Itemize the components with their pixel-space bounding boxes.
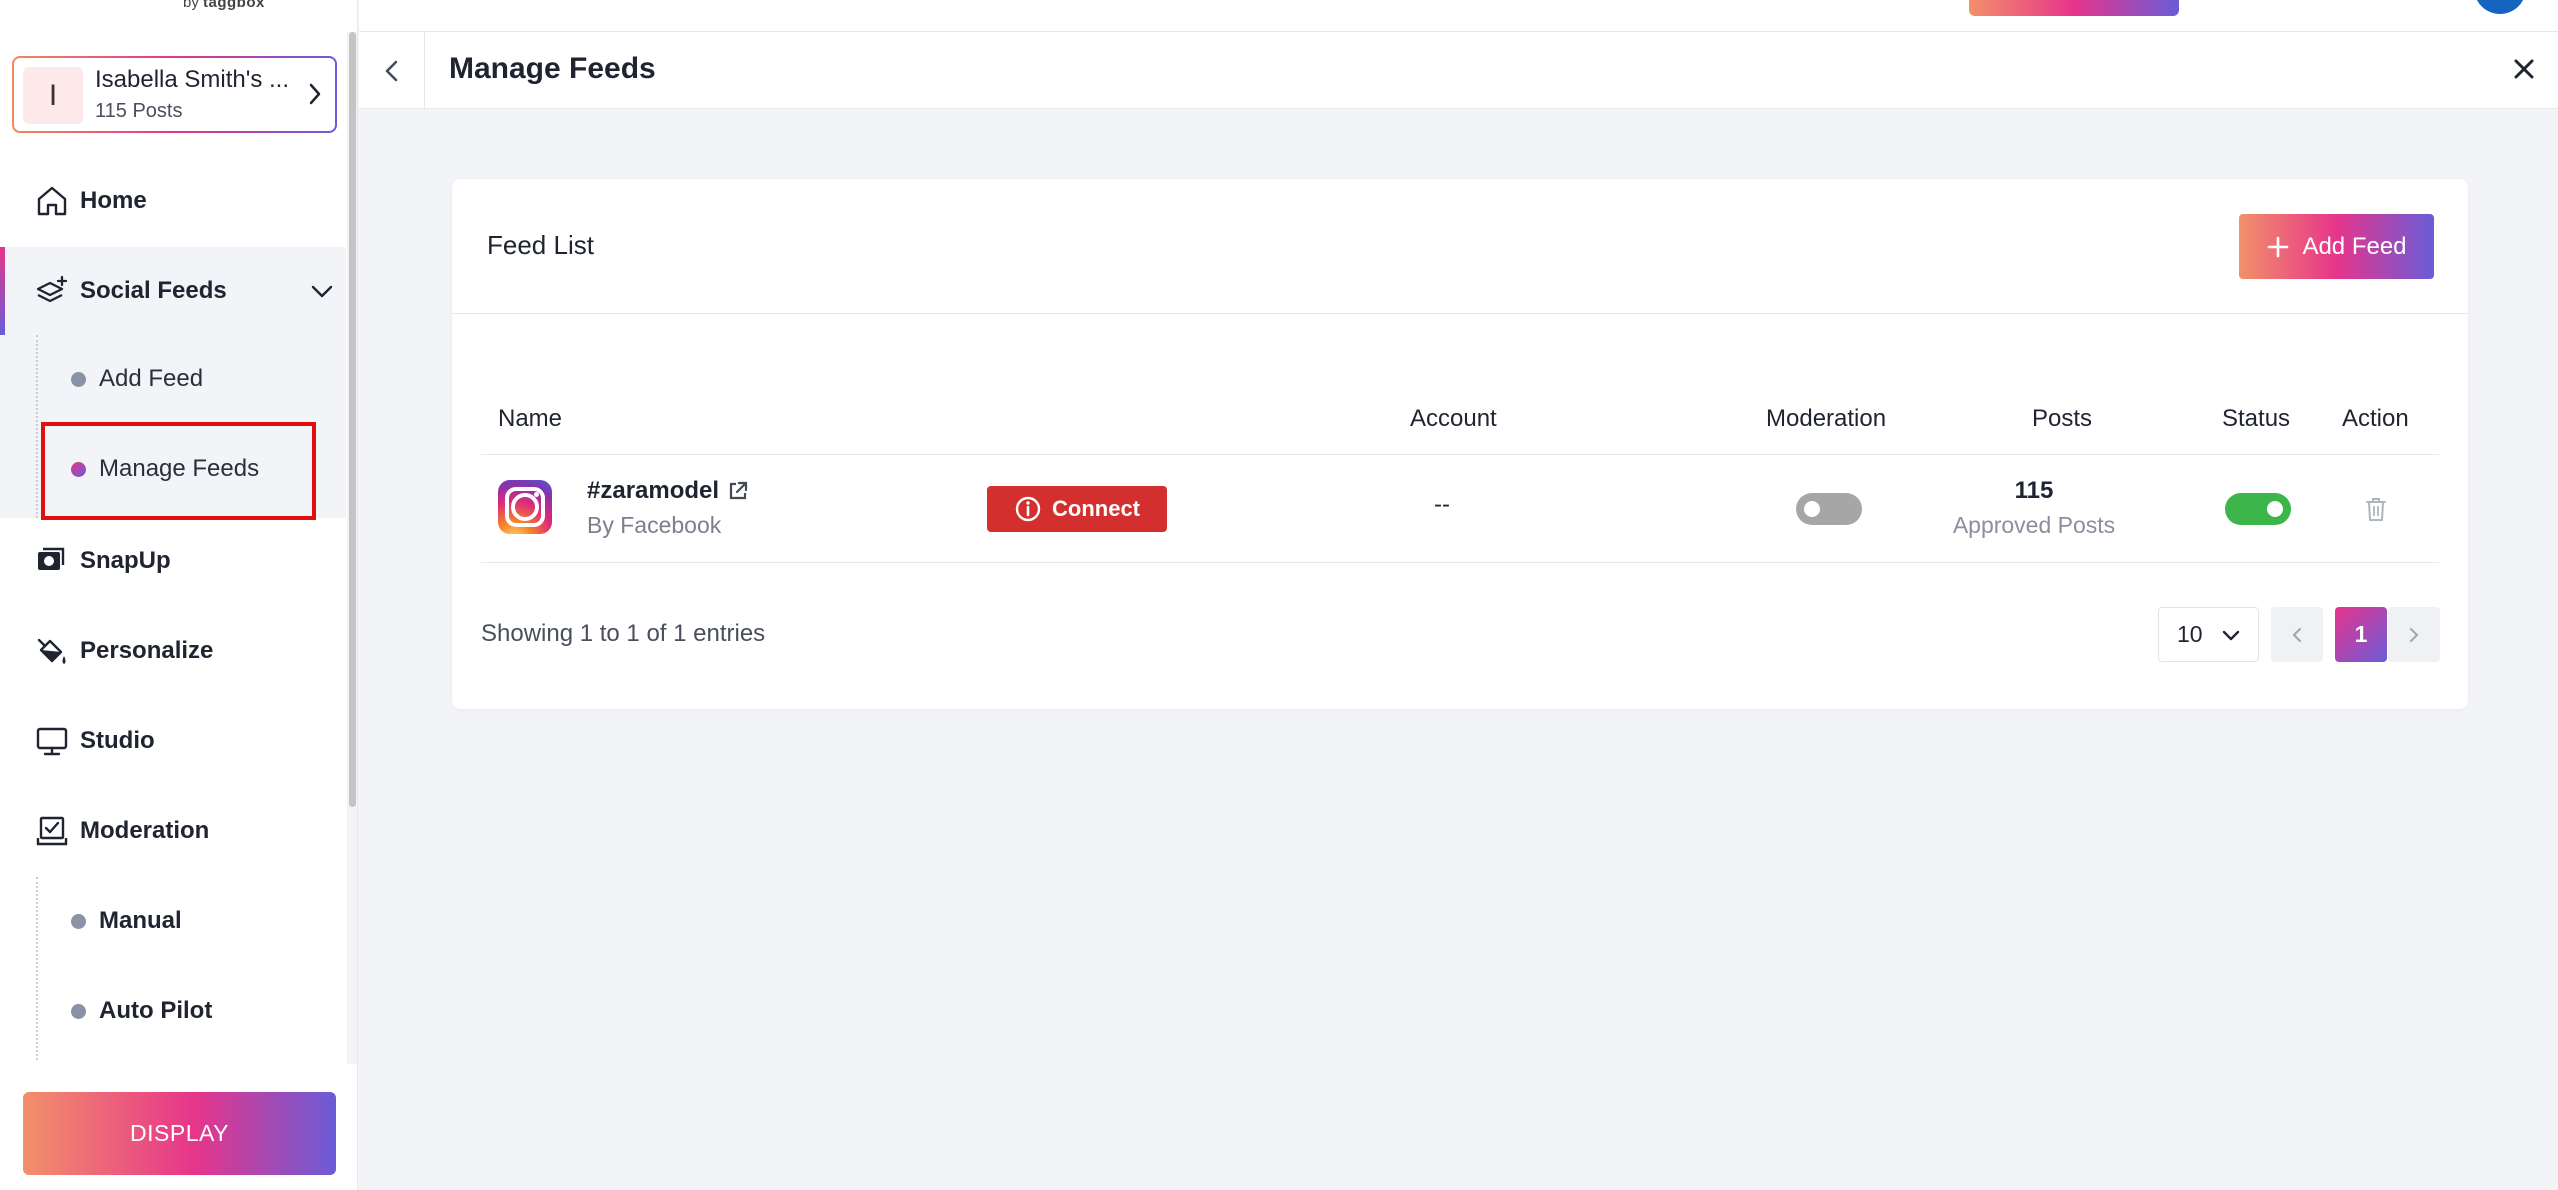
column-header-name: Name: [498, 405, 563, 432]
instagram-icon: [498, 480, 552, 534]
nav-home[interactable]: Home: [0, 157, 346, 245]
paint-bucket-icon: [34, 633, 70, 669]
back-button[interactable]: [359, 32, 425, 109]
column-header-action: Action: [2342, 405, 2409, 432]
external-link-icon[interactable]: [727, 480, 749, 502]
brand-name: taggbox: [203, 0, 265, 11]
entries-info: Showing 1 to 1 of 1 entries: [481, 620, 766, 647]
page-title-bar: Manage Feeds: [359, 32, 2558, 109]
sidebar-item-auto-pilot-label: Auto Pilot: [99, 997, 213, 1024]
top-header: [359, 0, 2558, 32]
column-header-posts: Posts: [2032, 405, 2093, 432]
column-header-status: Status: [2222, 405, 2291, 432]
layers-icon: [34, 273, 70, 309]
sidebar-item-auto-pilot[interactable]: Auto Pilot: [0, 967, 346, 1055]
nav-studio[interactable]: Studio: [0, 697, 346, 785]
page-size-select[interactable]: 10: [2158, 607, 2259, 662]
user-avatar[interactable]: [2474, 0, 2526, 14]
home-icon: [34, 183, 70, 219]
info-icon: [1015, 496, 1041, 522]
chevron-down-icon: [2222, 630, 2240, 640]
posts-label: Approved Posts: [1952, 512, 2116, 538]
bullet-dot: [71, 1003, 86, 1019]
chevron-left-icon: [2293, 627, 2301, 642]
feed-name-link[interactable]: #zaramodel: [587, 477, 749, 505]
status-toggle[interactable]: [2225, 493, 2291, 525]
table-divider: [481, 562, 2439, 563]
nav-snapup[interactable]: SnapUp: [0, 517, 346, 605]
column-header-account: Account: [1410, 405, 1497, 432]
add-feed-button-label: Add Feed: [2302, 232, 2407, 260]
page-size-value: 10: [2177, 621, 2203, 647]
header-upgrade-button[interactable]: [1969, 0, 2179, 16]
chevron-right-icon: [2410, 627, 2418, 642]
column-header-moderation: Moderation: [1766, 405, 1887, 432]
page-title: Manage Feeds: [449, 52, 656, 85]
toggle-knob: [2267, 501, 2283, 517]
account-cell: --: [1434, 491, 1450, 518]
sidebar: by taggbox I Isabella Smith's ... 115 Po…: [0, 0, 358, 1190]
chevron-right-icon: [309, 83, 321, 105]
moderation-submenu: Manual Auto Pilot: [0, 877, 346, 1060]
feed-name: #zaramodel: [587, 477, 720, 504]
pagination-previous[interactable]: [2271, 607, 2323, 662]
nav-social-feeds-label: Social Feeds: [80, 277, 227, 304]
close-button[interactable]: [2505, 50, 2543, 88]
nav-home-label: Home: [80, 187, 147, 214]
sidebar-item-manual[interactable]: Manual: [0, 877, 346, 965]
toggle-knob: [1804, 501, 1820, 517]
bullet-dot: [71, 913, 86, 929]
nav-moderation-label: Moderation: [80, 817, 210, 844]
nav-personalize[interactable]: Personalize: [0, 607, 346, 695]
sidebar-item-add-feed[interactable]: Add Feed: [0, 335, 346, 423]
monitor-icon: [34, 723, 70, 759]
card-header: Feed List Add Feed: [452, 179, 2468, 314]
add-feed-button[interactable]: Add Feed: [2239, 214, 2434, 279]
nav-snapup-label: SnapUp: [80, 547, 171, 574]
pagination-next[interactable]: [2388, 607, 2440, 662]
close-icon: [2514, 59, 2534, 79]
account-name: Isabella Smith's ...: [95, 66, 289, 93]
feed-list-card: Feed List Add Feed Name Account Moderati…: [452, 179, 2468, 709]
sidebar-scrollbar-thumb[interactable]: [349, 32, 356, 807]
plus-icon: [2268, 236, 2289, 257]
nav-personalize-label: Personalize: [80, 637, 214, 664]
feed-source: By Facebook: [587, 512, 722, 538]
pagination-page[interactable]: 1: [2335, 607, 2387, 662]
camera-icon: [34, 543, 70, 579]
connect-button[interactable]: Connect: [987, 486, 1167, 532]
connect-button-label: Connect: [1052, 496, 1140, 521]
brand-logo: by taggbox: [183, 0, 265, 11]
account-switcher[interactable]: I Isabella Smith's ... 115 Posts: [12, 56, 337, 133]
chevron-down-icon: [311, 285, 333, 298]
chevron-left-icon: [385, 60, 397, 81]
card-title: Feed List: [487, 230, 594, 260]
nav-moderation[interactable]: Moderation: [0, 787, 346, 875]
display-button[interactable]: DISPLAY: [23, 1092, 336, 1175]
nav-studio-label: Studio: [80, 727, 155, 754]
moderation-check-icon: [34, 813, 70, 849]
sidebar-item-add-feed-label: Add Feed: [99, 365, 204, 392]
nav-social-feeds[interactable]: Social Feeds: [0, 247, 346, 335]
sidebar-item-manual-label: Manual: [99, 907, 182, 934]
posts-count: 115: [2014, 477, 2054, 504]
trash-icon[interactable]: [2364, 495, 2388, 523]
account-post-count: 115 Posts: [95, 100, 183, 122]
account-avatar: I: [23, 67, 83, 124]
bullet-dot: [71, 371, 86, 387]
moderation-toggle[interactable]: [1796, 493, 1862, 525]
highlight-annotation-box: [41, 422, 316, 520]
table-divider: [481, 454, 2439, 455]
brand-prefix: by: [183, 0, 199, 11]
